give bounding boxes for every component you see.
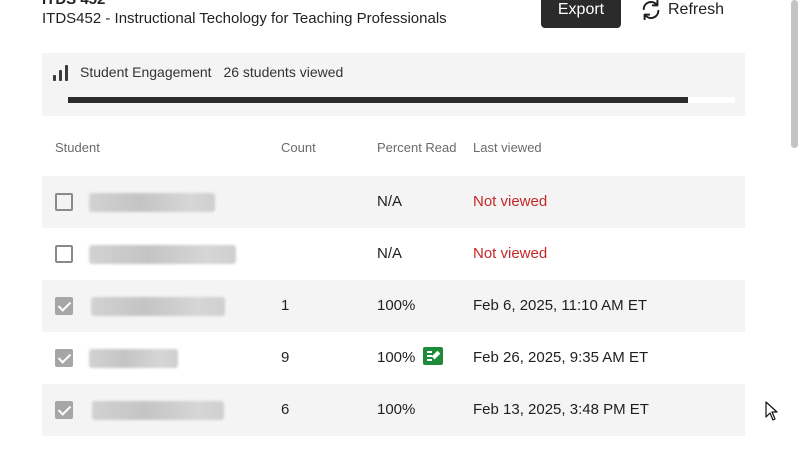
refresh-button[interactable]: Refresh xyxy=(640,0,724,28)
row-checkbox[interactable] xyxy=(55,401,73,419)
row-count: 6 xyxy=(281,401,290,418)
row-percent-read: 100% xyxy=(377,347,444,367)
row-percent-read: N/A xyxy=(377,193,403,210)
student-table: Student Count Percent Read Last viewed N… xyxy=(42,124,745,436)
engagement-count: 26 students viewed xyxy=(223,64,344,80)
row-checkbox[interactable] xyxy=(55,193,73,211)
header-last-viewed[interactable]: Last viewed xyxy=(473,140,542,155)
table-row: 1 100% Feb 6, 2025, 11:10 AM ET xyxy=(42,280,745,332)
row-last-viewed: Not viewed xyxy=(473,245,548,262)
engagement-progress-bar xyxy=(68,97,735,103)
engagement-title: Student Engagement xyxy=(80,64,212,80)
row-last-viewed: Not viewed xyxy=(473,193,548,210)
row-last-viewed: Feb 6, 2025, 11:10 AM ET xyxy=(473,297,647,314)
table-header: Student Count Percent Read Last viewed xyxy=(42,124,745,176)
row-count: 9 xyxy=(281,349,290,366)
student-name-redacted xyxy=(89,245,236,264)
course-title: ITDS452 - Instructional Techology for Te… xyxy=(42,10,447,27)
row-percent-value: 100% xyxy=(377,349,416,366)
header-count[interactable]: Count xyxy=(281,140,316,155)
student-name-redacted xyxy=(89,349,178,368)
completed-checklist-icon xyxy=(423,347,444,366)
row-checkbox[interactable] xyxy=(55,349,73,367)
engagement-label: Student Engagement 26 students viewed xyxy=(80,64,343,80)
mouse-cursor-icon xyxy=(765,401,778,421)
row-checkbox[interactable] xyxy=(55,245,73,263)
row-last-viewed: Feb 13, 2025, 3:48 PM ET xyxy=(473,401,649,418)
row-last-viewed: Feb 26, 2025, 9:35 AM ET xyxy=(473,349,649,366)
bar-chart-icon xyxy=(53,65,71,81)
row-percent-read: N/A xyxy=(377,245,403,262)
student-engagement-panel: Student Engagement 26 students viewed xyxy=(42,53,745,116)
row-percent-read: 100% xyxy=(377,297,416,314)
table-row: N/A Not viewed xyxy=(42,176,745,228)
header-percent-read[interactable]: Percent Read xyxy=(377,140,457,155)
student-name-redacted xyxy=(89,193,215,212)
refresh-icon xyxy=(642,0,660,21)
row-count: 1 xyxy=(281,297,290,314)
student-name-redacted xyxy=(91,297,225,316)
export-button[interactable]: Export xyxy=(541,0,621,28)
course-code: ITDS 452 xyxy=(42,0,105,8)
header-student[interactable]: Student xyxy=(55,140,100,155)
engagement-progress-fill xyxy=(68,97,689,103)
student-name-redacted xyxy=(92,401,224,420)
row-checkbox[interactable] xyxy=(55,297,73,315)
scrollbar[interactable] xyxy=(791,0,798,148)
table-row: 6 100% Feb 13, 2025, 3:48 PM ET xyxy=(42,384,745,436)
table-row: N/A Not viewed xyxy=(42,228,745,280)
row-percent-read: 100% xyxy=(377,401,416,418)
table-row: 9 100% Feb 26, 2025, 9:35 AM ET xyxy=(42,332,745,384)
refresh-label: Refresh xyxy=(668,1,725,18)
